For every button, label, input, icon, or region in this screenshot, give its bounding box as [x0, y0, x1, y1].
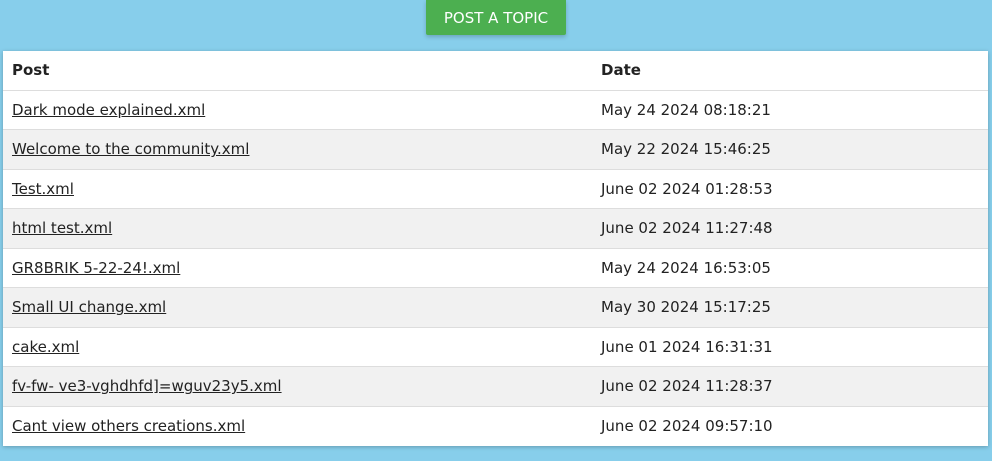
post-link[interactable]: Welcome to the community.xml — [12, 140, 249, 158]
table-row: Small UI change.xml May 30 2024 15:17:25 — [3, 287, 988, 328]
post-cell: Cant view others creations.xml — [3, 406, 592, 446]
date-cell: June 02 2024 11:27:48 — [592, 208, 988, 249]
table-row: Dark mode explained.xml May 24 2024 08:1… — [3, 90, 988, 130]
post-cell: Test.xml — [3, 169, 592, 209]
post-a-topic-button[interactable]: POST A TOPIC — [426, 0, 566, 35]
date-cell: June 02 2024 01:28:53 — [592, 169, 988, 209]
date-cell: May 30 2024 15:17:25 — [592, 287, 988, 328]
date-cell: May 24 2024 08:18:21 — [592, 90, 988, 130]
post-link[interactable]: GR8BRIK 5-22-24!.xml — [12, 259, 180, 277]
posts-table: Post Date Dark mode explained.xml May 24… — [3, 51, 988, 446]
post-link[interactable]: cake.xml — [12, 338, 79, 356]
post-link[interactable]: fv-fw- ve3-vghdhfd]=wguv23y5.xml — [12, 377, 282, 395]
post-link[interactable]: Dark mode explained.xml — [12, 101, 205, 119]
post-cell: Small UI change.xml — [3, 287, 592, 328]
post-cell: cake.xml — [3, 327, 592, 367]
post-cell: fv-fw- ve3-vghdhfd]=wguv23y5.xml — [3, 366, 592, 407]
posts-table-container: Post Date Dark mode explained.xml May 24… — [3, 51, 988, 446]
table-row: Cant view others creations.xml June 02 2… — [3, 406, 988, 446]
date-cell: June 01 2024 16:31:31 — [592, 327, 988, 367]
post-cell: html test.xml — [3, 208, 592, 249]
table-row: Test.xml June 02 2024 01:28:53 — [3, 169, 988, 209]
post-link[interactable]: Cant view others creations.xml — [12, 417, 245, 435]
date-cell: June 02 2024 09:57:10 — [601, 417, 773, 435]
column-header-date: Date — [592, 51, 988, 91]
post-link[interactable]: Test.xml — [12, 180, 74, 198]
post-cell: Dark mode explained.xml — [3, 90, 592, 130]
table-row: html test.xml June 02 2024 11:27:48 — [3, 208, 988, 249]
post-cell: GR8BRIK 5-22-24!.xml — [3, 248, 592, 288]
table-row: fv-fw- ve3-vghdhfd]=wguv23y5.xml June 02… — [3, 366, 988, 407]
post-link[interactable]: html test.xml — [12, 219, 112, 237]
column-header-post: Post — [3, 51, 592, 91]
post-link[interactable]: Small UI change.xml — [12, 298, 166, 316]
date-cell: May 22 2024 15:46:25 — [592, 129, 988, 170]
post-cell: Welcome to the community.xml — [3, 129, 592, 170]
table-row: cake.xml June 01 2024 16:31:31 — [3, 327, 988, 367]
date-cell: June 02 2024 11:28:37 — [592, 366, 988, 407]
table-row: Welcome to the community.xml May 22 2024… — [3, 129, 988, 170]
table-row: GR8BRIK 5-22-24!.xml May 24 2024 16:53:0… — [3, 248, 988, 288]
table-header-row: Post Date — [3, 51, 988, 91]
date-cell: May 24 2024 16:53:05 — [592, 248, 988, 288]
